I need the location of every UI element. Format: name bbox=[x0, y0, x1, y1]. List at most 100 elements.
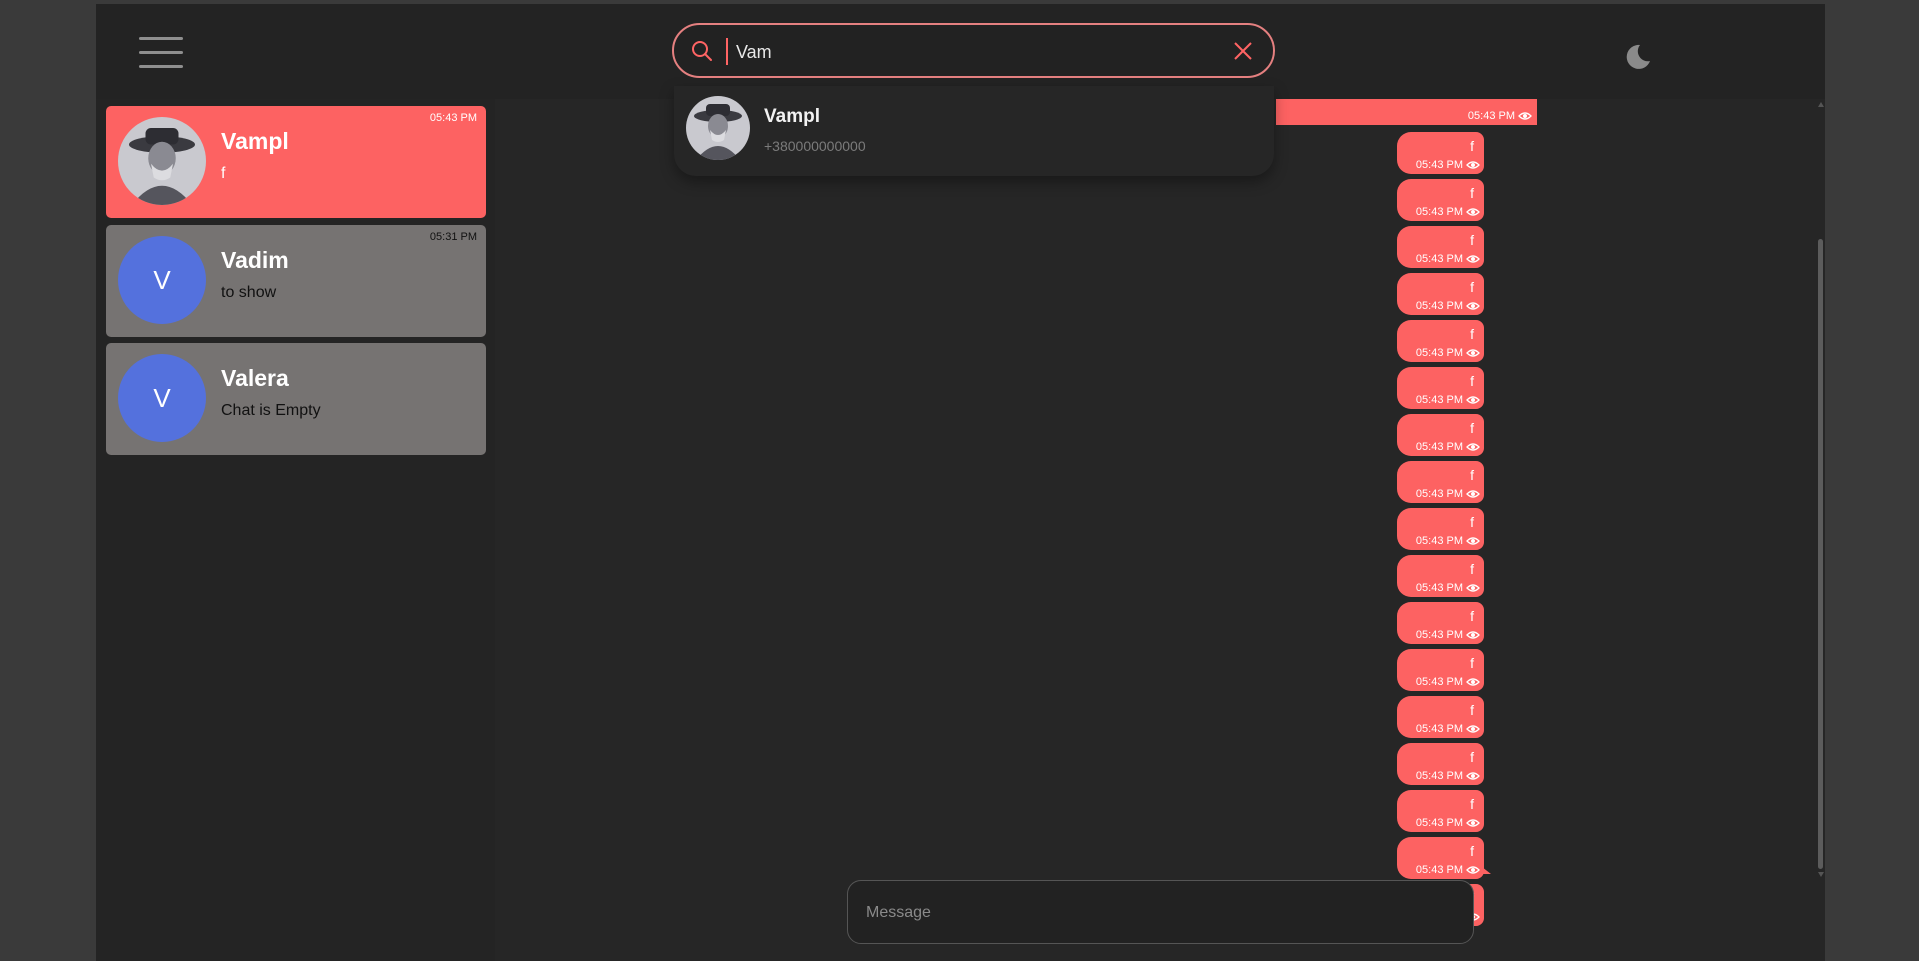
chat-list-sidebar: Vampl f 05:43 PM V Vadim to show 05:31 P… bbox=[96, 99, 495, 961]
message-time: 05:43 PM bbox=[1415, 582, 1463, 594]
message-time: 05:43 PM bbox=[1415, 629, 1463, 641]
eye-icon bbox=[1466, 443, 1480, 451]
message-time: 05:43 PM bbox=[1415, 723, 1463, 735]
eye-icon bbox=[1466, 537, 1480, 545]
message-text: f bbox=[1470, 561, 1474, 577]
eye-icon bbox=[1466, 725, 1480, 733]
message-bubble[interactable]: f 05:43 PM bbox=[1397, 367, 1484, 409]
message-text: f bbox=[1470, 138, 1474, 154]
chat-last-message: to show bbox=[221, 284, 277, 301]
search-results-dropdown: Vampl +380000000000 bbox=[674, 86, 1274, 176]
chat-list-item[interactable]: V Vadim to show 05:31 PM bbox=[106, 225, 486, 337]
message-bubble[interactable]: f 05:43 PM bbox=[1397, 226, 1484, 268]
message-time: 05:43 PM bbox=[1415, 441, 1463, 453]
avatar: V bbox=[118, 354, 206, 442]
close-icon[interactable] bbox=[1231, 39, 1255, 63]
chat-last-message: Chat is Empty bbox=[221, 402, 321, 419]
search-divider bbox=[726, 38, 728, 65]
eye-icon bbox=[1466, 349, 1480, 357]
partial-message-bubble: 05:43 PM bbox=[1276, 99, 1537, 125]
message-bubble[interactable]: f 05:43 PM bbox=[1397, 414, 1484, 456]
message-bubble[interactable]: f 05:43 PM bbox=[1397, 461, 1484, 503]
search-input[interactable] bbox=[734, 35, 1198, 70]
scroll-down-arrow[interactable] bbox=[1818, 872, 1824, 877]
eye-icon bbox=[1466, 631, 1480, 639]
message-time: 05:43 PM bbox=[1415, 347, 1463, 359]
message-text: f bbox=[1470, 420, 1474, 436]
message-text: f bbox=[1470, 467, 1474, 483]
message-input[interactable] bbox=[864, 897, 1448, 929]
search-result-phone: +380000000000 bbox=[764, 138, 866, 154]
message-bubble[interactable]: f 05:43 PM bbox=[1397, 179, 1484, 221]
message-text: f bbox=[1470, 749, 1474, 765]
message-text: f bbox=[1470, 796, 1474, 812]
search-result-name: Vampl bbox=[764, 106, 820, 127]
chat-list-item[interactable]: Vampl f 05:43 PM bbox=[106, 106, 486, 218]
chat-name: Vadim bbox=[221, 247, 289, 273]
eye-icon bbox=[1466, 678, 1480, 686]
message-bubble[interactable]: f 05:43 PM bbox=[1397, 555, 1484, 597]
message-time: 05:43 PM bbox=[1415, 300, 1463, 312]
message-bubble[interactable]: f 05:43 PM bbox=[1397, 132, 1484, 174]
message-bubble[interactable]: f 05:43 PM bbox=[1397, 273, 1484, 315]
message-bubble[interactable]: f 05:43 PM bbox=[1397, 602, 1484, 644]
message-time: 05:43 PM bbox=[1415, 770, 1463, 782]
eye-icon bbox=[1466, 255, 1480, 263]
moon-icon[interactable] bbox=[1618, 39, 1654, 75]
top-bar bbox=[96, 4, 1825, 99]
chat-name: Vampl bbox=[221, 128, 289, 154]
message-time: 05:43 PM bbox=[1415, 159, 1463, 171]
eye-icon bbox=[1466, 584, 1480, 592]
message-time: 05:43 PM bbox=[1415, 253, 1463, 265]
avatar bbox=[686, 96, 750, 160]
message-bubble[interactable]: f 05:43 PM bbox=[1397, 790, 1484, 832]
scrollbar-thumb[interactable] bbox=[1818, 239, 1823, 869]
chat-message-area bbox=[495, 99, 1825, 879]
message-text: f bbox=[1470, 232, 1474, 248]
message-time: 05:43 PM bbox=[1415, 864, 1463, 876]
search-result-item[interactable]: Vampl +380000000000 bbox=[674, 86, 1274, 176]
eye-icon bbox=[1518, 112, 1532, 120]
message-bubble[interactable]: f 05:43 PM bbox=[1397, 743, 1484, 785]
message-composer bbox=[847, 880, 1474, 944]
message-text: f bbox=[1470, 514, 1474, 530]
eye-icon bbox=[1466, 772, 1480, 780]
message-time: 05:43 PM bbox=[1415, 394, 1463, 406]
message-bubble[interactable]: f 05:43 PM bbox=[1397, 649, 1484, 691]
message-text: f bbox=[1470, 279, 1474, 295]
chat-time: 05:43 PM bbox=[429, 112, 477, 124]
message-time: 05:43 PM bbox=[1415, 535, 1463, 547]
message-text: f bbox=[1470, 185, 1474, 201]
message-bubble[interactable]: f 05:43 PM bbox=[1397, 320, 1484, 362]
search-box[interactable] bbox=[672, 23, 1275, 78]
message-bubble[interactable]: f 05:43 PM bbox=[1397, 508, 1484, 550]
messenger-app: Vampl +380000000000 Vampl f 05:43 PM V bbox=[96, 4, 1825, 961]
eye-icon bbox=[1466, 208, 1480, 216]
message-text: f bbox=[1470, 655, 1474, 671]
message-text: f bbox=[1470, 326, 1474, 342]
message-bubble[interactable]: f 05:43 PM bbox=[1397, 837, 1484, 879]
chat-time: 05:31 PM bbox=[429, 231, 477, 243]
avatar bbox=[118, 117, 206, 205]
eye-icon bbox=[1466, 490, 1480, 498]
message-time: 05:43 PM bbox=[1415, 206, 1463, 218]
message-text: f bbox=[1470, 608, 1474, 624]
chat-list-item[interactable]: V Valera Chat is Empty bbox=[106, 343, 486, 455]
bubble-tail bbox=[1482, 867, 1491, 874]
chat-name: Valera bbox=[221, 365, 289, 391]
search-icon bbox=[692, 41, 712, 61]
message-text: f bbox=[1470, 843, 1474, 859]
chat-last-message: f bbox=[221, 165, 226, 182]
message-time: 05:43 PM bbox=[1467, 110, 1515, 122]
eye-icon bbox=[1466, 396, 1480, 404]
avatar: V bbox=[118, 236, 206, 324]
scroll-up-arrow[interactable] bbox=[1818, 102, 1824, 107]
hamburger-menu-icon[interactable] bbox=[139, 37, 183, 69]
eye-icon bbox=[1466, 866, 1480, 874]
eye-icon bbox=[1466, 302, 1480, 310]
eye-icon bbox=[1466, 819, 1480, 827]
message-time: 05:43 PM bbox=[1415, 488, 1463, 500]
message-time: 05:43 PM bbox=[1415, 817, 1463, 829]
message-bubble[interactable]: f 05:43 PM bbox=[1397, 696, 1484, 738]
eye-icon bbox=[1466, 161, 1480, 169]
